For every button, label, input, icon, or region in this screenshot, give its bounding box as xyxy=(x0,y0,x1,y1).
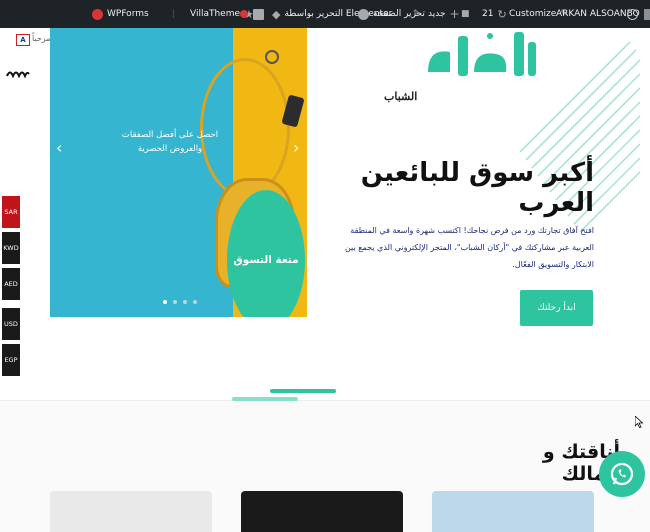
currency-usd[interactable]: USD xyxy=(2,308,20,340)
wordpress-logo-icon[interactable] xyxy=(627,0,638,28)
slider-dot[interactable] xyxy=(193,300,197,304)
product-card[interactable] xyxy=(432,491,594,532)
whatsapp-icon xyxy=(610,462,634,486)
logo-subtitle: الشباب xyxy=(384,90,418,103)
site-logo-icon[interactable]: A xyxy=(16,34,30,46)
separator-icon: | xyxy=(172,9,176,19)
start-journey-button[interactable]: ابدأ رحلتك xyxy=(520,290,593,326)
keys-image xyxy=(265,50,279,64)
shop-badge[interactable]: متعة التسوق xyxy=(227,190,305,317)
comments-icon[interactable]: ■ xyxy=(461,0,470,28)
slider-dot[interactable] xyxy=(163,300,167,304)
currency-kwd[interactable]: KWD xyxy=(2,232,20,264)
menu-icon[interactable] xyxy=(6,68,30,78)
record-icon[interactable] xyxy=(240,0,248,28)
page: A مرحباً، ad SAR KWD AED USD EGP احصل عل… xyxy=(0,28,650,532)
slider-dot[interactable] xyxy=(183,300,187,304)
refresh-icon: ↻ xyxy=(497,7,507,21)
divider-decoration xyxy=(270,389,336,393)
new-menu[interactable]: جديد + xyxy=(428,0,460,28)
currency-egp[interactable]: EGP xyxy=(2,344,20,376)
slider-prev-icon[interactable]: ‹ xyxy=(56,138,62,157)
hero-title: أكبر سوق للبائعين العرب xyxy=(360,158,594,218)
pencil-icon[interactable]: ✎ xyxy=(413,0,421,28)
slider-dot[interactable] xyxy=(173,300,177,304)
slider-dots xyxy=(163,300,197,304)
slide-caption: احصل على أفضل الصفقات والعروض الحصرية xyxy=(121,130,219,154)
wpforms-icon xyxy=(92,8,103,20)
whatsapp-button[interactable] xyxy=(599,451,645,497)
slider-next-icon[interactable]: › xyxy=(293,138,299,157)
wpforms-menu[interactable]: WPForms xyxy=(92,0,149,28)
plus-icon: + xyxy=(449,7,460,21)
admin-bar: WPForms | VillaTheme ★ ◆ التحرير بواسطة … xyxy=(0,0,650,28)
currency-aed[interactable]: AED xyxy=(2,268,20,300)
currency-sar[interactable]: SAR xyxy=(2,196,20,228)
hero-slider[interactable]: احصل على أفضل الصفقات والعروض الحصرية ‹ … xyxy=(50,28,307,317)
edit-page-icon xyxy=(358,8,369,20)
product-card[interactable] xyxy=(50,491,212,532)
hero-description: افتح آفاق تجارتك ورد من فرص نجاحك! اكتسب… xyxy=(344,226,594,269)
divider-decoration xyxy=(232,397,298,401)
updraft-icon[interactable] xyxy=(253,0,264,28)
avatar xyxy=(643,8,650,20)
elementor-icon: ◆ xyxy=(272,7,281,21)
updates-menu[interactable]: 21 ↻ xyxy=(482,0,507,28)
product-card[interactable] xyxy=(241,491,403,532)
mouse-cursor-icon xyxy=(635,416,643,428)
